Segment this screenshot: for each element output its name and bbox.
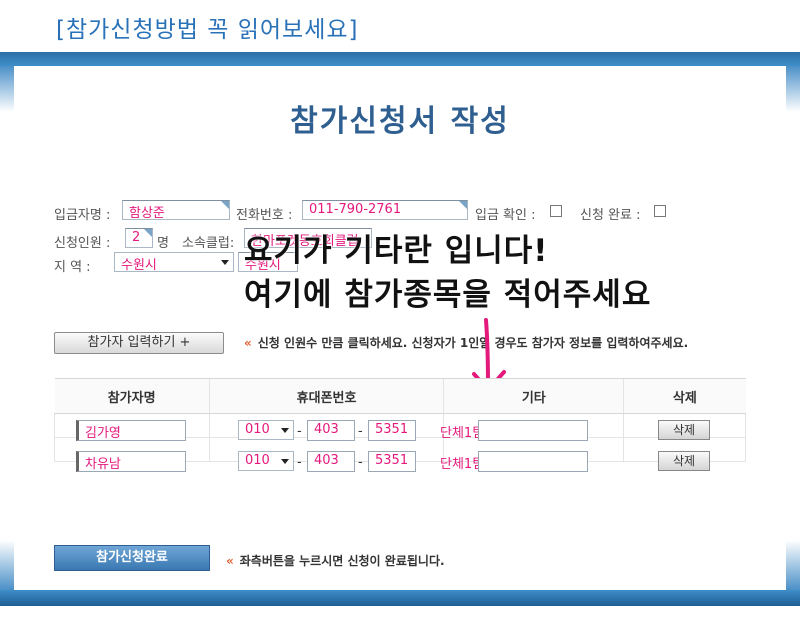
phone-label: 전화번호 : xyxy=(236,208,293,223)
phone-middle-input[interactable]: 403 xyxy=(307,451,355,472)
phone-dash: - xyxy=(358,455,363,470)
phone-input[interactable]: 011-790-2761 xyxy=(302,200,468,220)
column-header-name: 참가자명 xyxy=(54,378,210,414)
frame-bottom-bar xyxy=(0,590,800,606)
apply-done-checkbox[interactable] xyxy=(654,205,666,217)
done-notice-text: 좌측버튼을 누르시면 신청이 완료됩니다. xyxy=(239,554,445,568)
chevron-down-icon xyxy=(281,459,289,464)
chevron-icon: « xyxy=(226,554,234,568)
annotation-line-1: 요기가 기타란 입니다! xyxy=(244,233,549,269)
count-label: 신청인원 : xyxy=(54,236,111,251)
done-notice: « 좌측버튼을 누르시면 신청이 완료됩니다. xyxy=(226,552,445,569)
instructions-caption: [참가신청방법 꼭 읽어보세요] xyxy=(56,17,359,43)
column-header-etc: 기타 xyxy=(443,378,624,414)
column-header-delete: 삭제 xyxy=(623,378,746,414)
region-select-value: 수원시 xyxy=(121,258,157,273)
column-header-phone: 휴대폰번호 xyxy=(208,378,444,414)
phone-prefix-select[interactable]: 010 xyxy=(238,451,294,471)
phone-prefix-value: 010 xyxy=(245,422,270,437)
participant-name-input[interactable]: 차유남 xyxy=(76,451,186,472)
participant-name-input[interactable]: 김가영 xyxy=(76,420,186,441)
phone-middle-input[interactable]: 403 xyxy=(307,420,355,441)
form-title: 참가신청서 작성 xyxy=(290,104,510,139)
chevron-down-icon xyxy=(221,260,229,265)
etc-input[interactable] xyxy=(478,420,588,441)
participant-count-input[interactable]: 2 xyxy=(125,228,153,248)
chevron-icon: « xyxy=(244,336,252,350)
club-label: 소속클럽: xyxy=(182,236,235,251)
apply-done-label: 신청 완료 : xyxy=(580,208,641,223)
phone-prefix-value: 010 xyxy=(245,453,270,468)
phone-dash: - xyxy=(358,424,363,439)
etc-input[interactable] xyxy=(478,451,588,472)
delete-button[interactable]: 삭제 xyxy=(658,420,710,440)
phone-last-input[interactable]: 5351 xyxy=(368,420,416,441)
annotation-line-2: 여기에 참가종목을 적어주세요 xyxy=(244,277,652,313)
frame-left-lower xyxy=(0,540,14,590)
region-label: 지 역 : xyxy=(54,260,91,275)
add-participant-button[interactable]: 참가자 입력하기 + xyxy=(54,332,224,354)
count-unit: 명 xyxy=(157,236,169,251)
deposit-check-label: 입금 확인 : xyxy=(475,208,536,223)
phone-dash: - xyxy=(297,424,302,439)
phone-dash: - xyxy=(297,455,302,470)
submit-application-button[interactable]: 참가신청완료 xyxy=(54,545,210,571)
frame-right-lower xyxy=(786,540,800,590)
phone-last-input[interactable]: 5351 xyxy=(368,451,416,472)
region-select[interactable]: 수원시 xyxy=(114,252,234,273)
deposit-check-checkbox[interactable] xyxy=(550,205,562,217)
chevron-down-icon xyxy=(281,428,289,433)
phone-prefix-select[interactable]: 010 xyxy=(238,420,294,440)
payer-label: 입금자명 : xyxy=(54,208,111,223)
payer-name-input[interactable]: 함상준 xyxy=(122,200,230,220)
frame-top-bar xyxy=(0,52,800,66)
delete-button[interactable]: 삭제 xyxy=(658,451,710,471)
